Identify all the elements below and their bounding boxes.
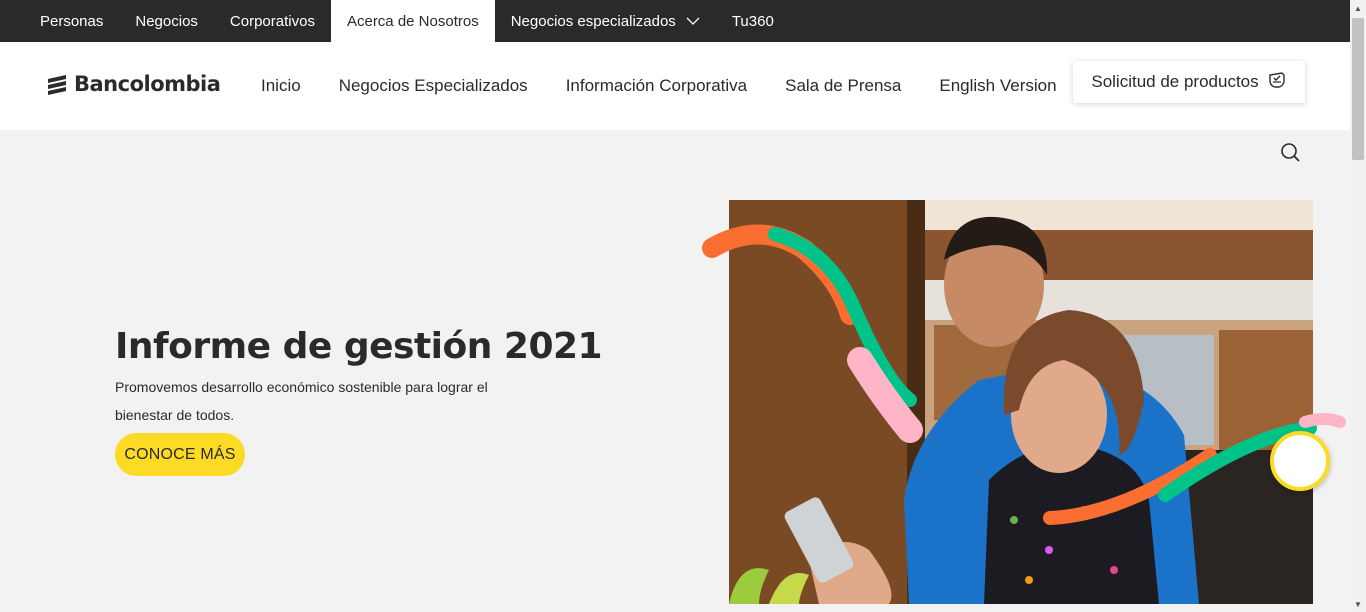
chat-assistant-button[interactable]	[1270, 431, 1330, 491]
top-navigation-bar: Personas Negocios Corporativos Acerca de…	[0, 0, 1350, 42]
scroll-up-arrow-icon[interactable]: ▲	[1350, 0, 1366, 16]
topbar-item-label: Negocios especializados	[510, 12, 676, 30]
topbar-item-personas[interactable]: Personas	[24, 0, 119, 42]
nav-item-informacion-corporativa[interactable]: Información Corporativa	[547, 76, 766, 96]
bancolombia-logo[interactable]: Bancolombia	[46, 72, 221, 96]
chevron-down-icon	[686, 17, 700, 25]
topbar-item-acerca-de-nosotros[interactable]: Acerca de Nosotros	[330, 0, 495, 42]
topbar-item-label: Negocios	[135, 12, 198, 30]
scrollbar-thumb[interactable]	[1352, 18, 1364, 160]
main-nav: Inicio Negocios Especializados Informaci…	[242, 42, 1076, 130]
search-button[interactable]	[1278, 141, 1302, 165]
nav-item-negocios-especializados[interactable]: Negocios Especializados	[320, 76, 547, 96]
conoce-mas-button[interactable]: CONOCE MÁS	[115, 433, 245, 476]
topbar-item-tu360[interactable]: Tu360	[716, 0, 790, 42]
hand-product-icon	[1267, 70, 1287, 95]
vertical-scrollbar[interactable]: ▲ ▼	[1350, 0, 1366, 612]
search-icon	[1281, 143, 1300, 162]
solicitud-label: Solicitud de productos	[1091, 72, 1259, 91]
bancolombia-logo-icon	[46, 73, 68, 95]
solicitud-de-productos-button[interactable]: Solicitud de productos	[1073, 61, 1305, 103]
logo-text: Bancolombia	[74, 72, 221, 96]
scroll-down-arrow-icon[interactable]: ▼	[1350, 596, 1366, 612]
nav-item-english-version[interactable]: English Version	[920, 76, 1075, 96]
hero-photo	[729, 200, 1313, 604]
main-header: Bancolombia Inicio Negocios Especializad…	[0, 42, 1350, 130]
hero-subtitle: Promovemos desarrollo económico sostenib…	[115, 379, 488, 423]
topbar-item-label: Personas	[40, 12, 104, 30]
nav-item-sala-de-prensa[interactable]: Sala de Prensa	[766, 76, 920, 96]
nav-item-inicio[interactable]: Inicio	[242, 76, 320, 96]
hero-title: Informe de gestión 2021	[115, 326, 603, 367]
topbar-item-negocios-especializados[interactable]: Negocios especializados	[495, 0, 716, 42]
topbar-item-label: Tu360	[731, 12, 774, 30]
topbar-item-label: Acerca de Nosotros	[346, 12, 479, 30]
topbar-item-label: Corporativos	[229, 12, 315, 30]
topbar-item-negocios[interactable]: Negocios	[119, 0, 214, 42]
topbar-item-corporativos[interactable]: Corporativos	[214, 0, 331, 42]
